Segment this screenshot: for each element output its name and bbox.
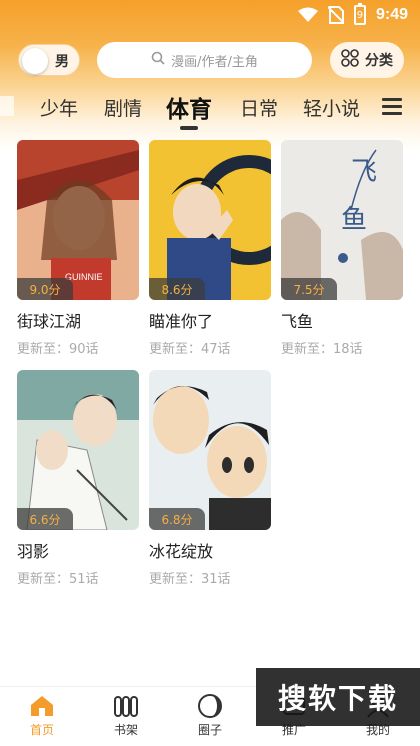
comic-cover[interactable]: 8.6分 [149,140,271,300]
tab-shaonian[interactable]: 少年 [40,94,78,121]
battery-level: 9 [356,9,364,21]
toggle-knob [22,48,48,74]
cover-art [149,370,271,530]
watermark-overlay: 搜软下载 [256,668,420,726]
category-tabs: 少年 剧情 体育 日常 轻小说 [0,88,420,130]
tab-scroll-fade [0,96,14,116]
nav-bookshelf-label: 书架 [113,723,138,737]
comic-title[interactable]: 街球江湖 [17,308,139,332]
search-input[interactable]: 漫画/作者/主角 [97,42,312,78]
tab-richang[interactable]: 日常 [240,94,278,121]
comic-cover[interactable]: 6.6分 [17,370,139,530]
tab-juqing[interactable]: 剧情 [104,94,142,121]
comic-title[interactable]: 冰花绽放 [149,538,271,562]
search-icon [151,51,171,69]
battery-icon: 9 [353,3,366,25]
nav-bookshelf[interactable]: 书架 [96,691,156,738]
category-button[interactable]: 分类 [330,42,404,78]
comic-cover[interactable]: 飞 鱼 7.5分 [281,140,403,300]
cover-art [17,370,139,530]
score-badge: 6.8分 [149,508,205,530]
comic-card[interactable]: 8.6分 瞄准你了 更新至：47话 [149,140,271,357]
search-placeholder: 漫画/作者/主角 [171,54,258,70]
gender-label: 男 [55,54,69,70]
comic-title[interactable]: 瞄准你了 [149,308,271,332]
comic-update: 更新至：31话 [149,572,231,587]
comic-card[interactable]: GUINNIE 9.0分 街球江湖 更新至：90话 [17,140,139,357]
comic-update: 更新至：18话 [281,342,363,357]
comic-card[interactable]: 飞 鱼 7.5分 飞鱼 更新至：18话 [281,140,403,357]
comic-card[interactable]: 6.6分 羽影 更新至：51话 [17,370,139,587]
comic-title[interactable]: 飞鱼 [281,308,403,332]
comic-update: 更新至：47话 [149,342,231,357]
wifi-icon [297,7,318,23]
bookshelf-icon [96,691,156,721]
cover-art: 飞 鱼 [281,140,403,300]
comic-cover[interactable]: GUINNIE 9.0分 [17,140,139,300]
cover-art: GUINNIE [17,140,139,300]
score-badge: 7.5分 [281,278,337,300]
category-label: 分类 [365,53,393,69]
score-badge: 8.6分 [149,278,205,300]
tab-qingxiaoshuo[interactable]: 轻小说 [303,94,360,121]
search-row: 男 漫画/作者/主角 分类 [0,42,420,80]
grid-icon [341,49,365,71]
comic-title[interactable]: 羽影 [17,538,139,562]
comic-card[interactable]: 6.8分 冰花绽放 更新至：31话 [149,370,271,587]
gender-toggle[interactable]: 男 [18,44,80,76]
home-icon [12,691,72,721]
tab-tiyu[interactable]: 体育 [166,90,212,124]
nav-circle[interactable]: 圈子 [180,691,240,738]
no-sim-icon [327,6,344,24]
comic-update: 更新至：90话 [17,342,99,357]
circle-icon [180,691,240,721]
menu-icon[interactable] [382,98,402,116]
nav-circle-label: 圈子 [197,723,222,737]
nav-home-label: 首页 [29,723,54,737]
cover-art [149,140,271,300]
score-badge: 9.0分 [17,278,73,300]
active-tab-indicator [180,126,198,130]
clock: 9:49 [375,6,408,23]
comic-update: 更新至：51话 [17,572,99,587]
nav-home[interactable]: 首页 [12,691,72,738]
comic-cover[interactable]: 6.8分 [149,370,271,530]
svg-text:鱼: 鱼 [341,205,367,235]
status-bar: 9 9:49 [0,0,420,30]
score-badge: 6.6分 [17,508,73,530]
